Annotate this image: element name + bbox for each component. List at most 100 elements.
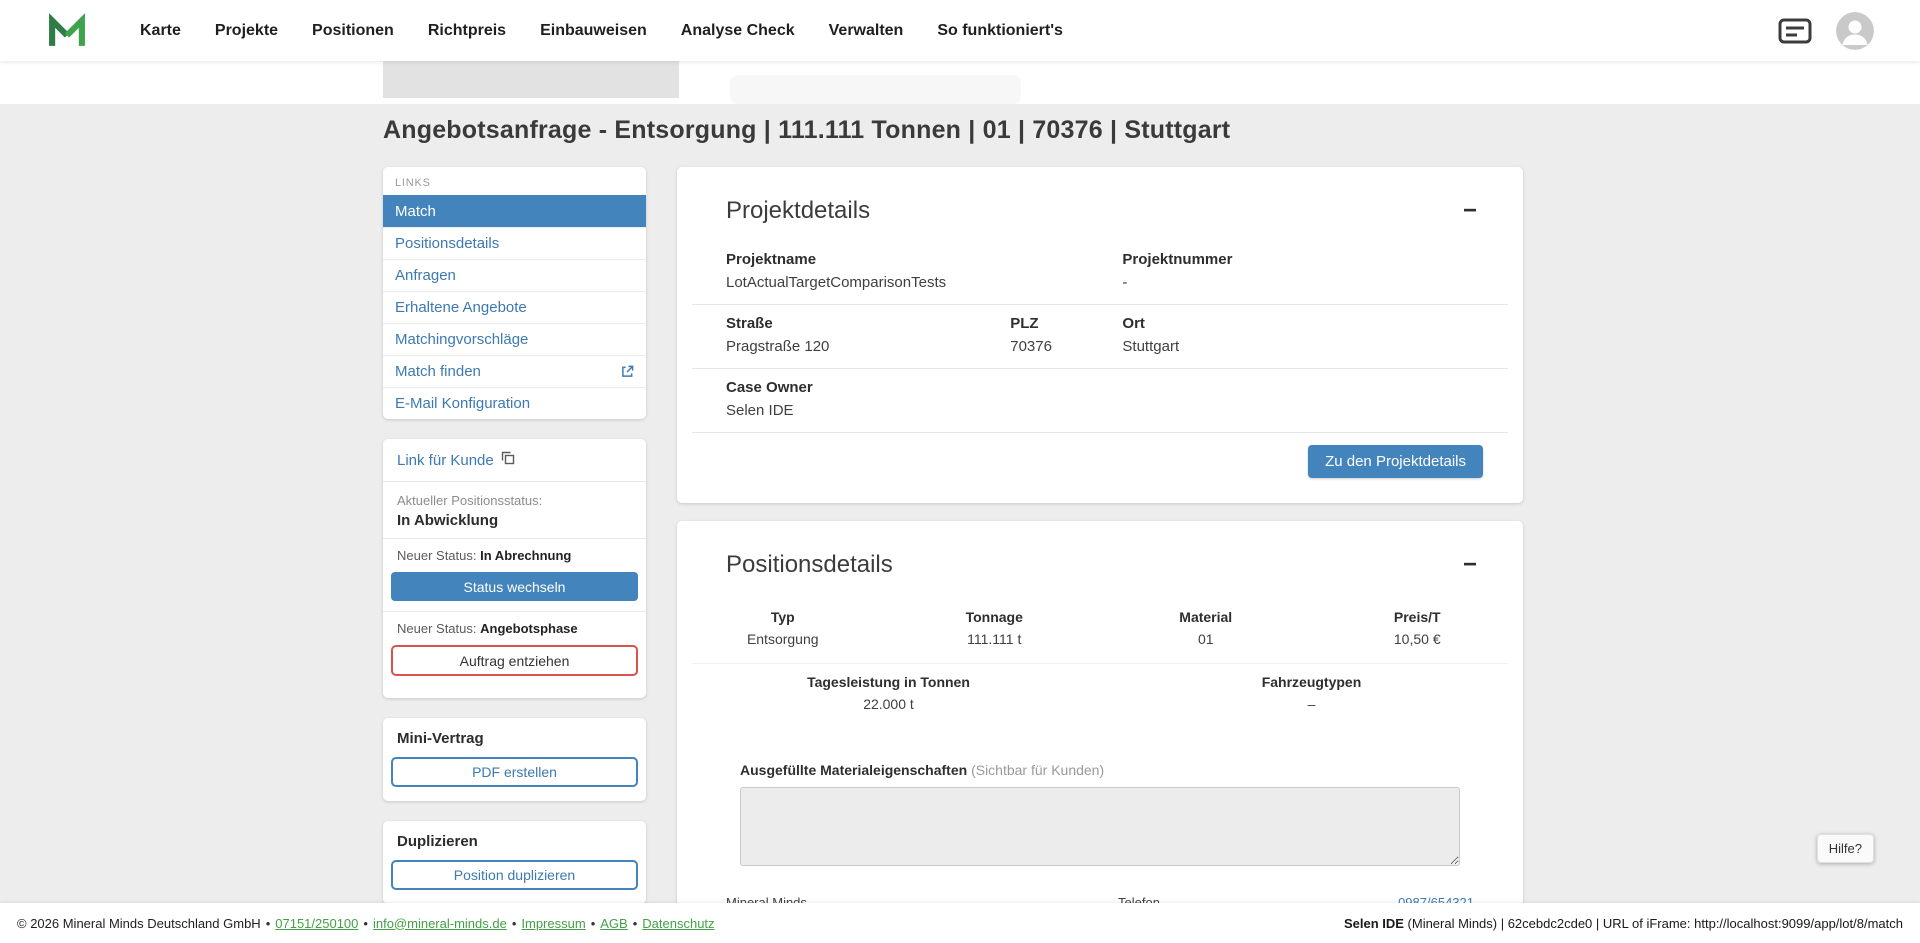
- copy-icon: [501, 451, 515, 469]
- nav-richtpreis[interactable]: Richtpreis: [428, 22, 506, 40]
- nav-analyse-check[interactable]: Analyse Check: [681, 22, 795, 40]
- sidebar-item-email-konfiguration[interactable]: E-Mail Konfiguration: [383, 387, 646, 419]
- materialeigenschaften-label-text: Ausgefüllte Materialeigenschaften: [740, 762, 967, 778]
- tagesleistung-label: Tagesleistung in Tonnen: [677, 674, 1100, 690]
- strasse-label: Straße: [726, 315, 1010, 332]
- material-label: Material: [1100, 609, 1312, 625]
- contact-address: Mineral Minds Pragstraße 70376 Stuttgart: [726, 895, 1118, 903]
- sidebar-item-erhaltene-angebote[interactable]: Erhaltene Angebote: [383, 291, 646, 323]
- collapse-positionsdetails-icon[interactable]: −: [1457, 551, 1483, 579]
- projektname-field: Projektname LotActualTargetComparisonTes…: [726, 251, 1010, 291]
- position-row-2: Tagesleistung in Tonnen 22.000 t Fahrzeu…: [677, 664, 1523, 728]
- page-title: Angebotsanfrage - Entsorgung | 111.111 T…: [383, 116, 1920, 145]
- mini-vertrag-card: Mini-Vertrag PDF erstellen: [383, 718, 646, 801]
- footer-impressum-link[interactable]: Impressum: [521, 916, 585, 931]
- mineral-minds-logo[interactable]: [46, 10, 88, 52]
- sidebar-item-match-finden[interactable]: Match finden: [383, 355, 646, 387]
- ort-value: Stuttgart: [1122, 338, 1474, 355]
- tonnage-label: Tonnage: [889, 609, 1101, 625]
- logo-m-icon: [46, 10, 88, 52]
- main-nav: Karte Projekte Positionen Richtpreis Ein…: [140, 22, 1063, 40]
- case-owner-value: Selen IDE: [726, 402, 1010, 419]
- typ-value: Entsorgung: [677, 631, 889, 647]
- fahrzeugtypen-value: –: [1100, 696, 1523, 712]
- typ-label: Typ: [677, 609, 889, 625]
- position-row-1: Typ Entsorgung Tonnage 111.111 t Materia…: [677, 595, 1523, 663]
- project-row-1: Projektname LotActualTargetComparisonTes…: [677, 241, 1523, 304]
- material-value: 01: [1100, 631, 1312, 647]
- sidebar-item-match[interactable]: Match: [383, 195, 646, 227]
- projektnummer-value: -: [1122, 274, 1474, 291]
- session-user: Selen IDE: [1344, 916, 1404, 931]
- position-duplizieren-button[interactable]: Position duplizieren: [391, 860, 638, 890]
- footer-agb-link[interactable]: AGB: [600, 916, 627, 931]
- nav-einbauweisen[interactable]: Einbauweisen: [540, 22, 647, 40]
- separator: •: [591, 916, 596, 931]
- footer-links: © 2026 Mineral Minds Deutschland GmbH • …: [17, 916, 715, 931]
- telefon-row: Telefon 0987/654321: [1118, 895, 1474, 903]
- link-fuer-kunde-label: Link für Kunde: [397, 452, 494, 469]
- contact-section: Mineral Minds Pragstraße 70376 Stuttgart…: [677, 895, 1523, 903]
- materialeigenschaften-textarea[interactable]: [740, 787, 1460, 866]
- duplizieren-card: Duplizieren Position duplizieren: [383, 821, 646, 903]
- mini-vertrag-title: Mini-Vertrag: [397, 730, 632, 747]
- next-status-value-2: Angebotsphase: [480, 621, 578, 636]
- nav-karte[interactable]: Karte: [140, 22, 181, 40]
- nav-projekte[interactable]: Projekte: [215, 22, 278, 40]
- projektdetails-title: Projektdetails: [726, 197, 870, 225]
- project-row-2: Straße Pragstraße 120 PLZ 70376 Ort Stut…: [677, 305, 1523, 368]
- positionsdetails-card: Positionsdetails − Typ Entsorgung Tonnag…: [677, 521, 1523, 903]
- materialeigenschaften-block: Ausgefüllte Materialeigenschaften (Sicht…: [740, 762, 1460, 871]
- next-status-line-1: Neuer Status: In Abrechnung: [383, 539, 646, 570]
- preis-value: 10,50 €: [1312, 631, 1524, 647]
- current-status-block: Aktueller Positionsstatus: In Abwicklung: [383, 482, 646, 538]
- tonnage-value: 111.111 t: [889, 631, 1101, 647]
- plz-field: PLZ 70376: [1010, 315, 1122, 355]
- footer-email-link[interactable]: info@mineral-minds.de: [373, 916, 507, 931]
- collapse-projektdetails-icon[interactable]: −: [1457, 197, 1483, 225]
- projektname-value: LotActualTargetComparisonTests: [726, 274, 1010, 291]
- card-reader-icon[interactable]: [1778, 18, 1812, 44]
- sidebar-item-anfragen[interactable]: Anfragen: [383, 259, 646, 291]
- materialeigenschaften-label: Ausgefüllte Materialeigenschaften (Sicht…: [740, 762, 1460, 778]
- current-status-value: In Abwicklung: [397, 512, 632, 529]
- contact-phones: Telefon 0987/654321 Handy 0123/456789: [1118, 895, 1474, 903]
- scrolled-block-remnant: [383, 61, 679, 98]
- plz-value: 70376: [1010, 338, 1122, 355]
- footer-phone-link[interactable]: 07151/250100: [275, 916, 358, 931]
- external-link-icon: [621, 365, 634, 378]
- sidebar-links-card: LINKS Match Positionsdetails Anfragen Er…: [383, 167, 646, 419]
- status-card: Link für Kunde Aktueller Positionsstatus…: [383, 439, 646, 698]
- next-status-line-2: Neuer Status: Angebotsphase: [383, 612, 646, 643]
- projektnummer-field: Projektnummer -: [1122, 251, 1474, 291]
- typ-field: Typ Entsorgung: [677, 609, 889, 647]
- projektdetails-card: Projektdetails − Projektname LotActualTa…: [677, 167, 1523, 503]
- next-status-prefix: Neuer Status:: [397, 621, 477, 636]
- main-content: Angebotsanfrage - Entsorgung | 111.111 T…: [0, 104, 1920, 903]
- telefon-link[interactable]: 0987/654321: [1398, 895, 1474, 903]
- status-wechseln-button[interactable]: Status wechseln: [391, 572, 638, 601]
- link-fuer-kunde[interactable]: Link für Kunde: [383, 439, 646, 482]
- footer-datenschutz-link[interactable]: Datenschutz: [642, 916, 714, 931]
- user-avatar[interactable]: [1836, 12, 1874, 50]
- pdf-erstellen-button[interactable]: PDF erstellen: [391, 757, 638, 787]
- separator: •: [266, 916, 271, 931]
- footer: © 2026 Mineral Minds Deutschland GmbH • …: [0, 903, 1920, 943]
- strasse-field: Straße Pragstraße 120: [726, 315, 1010, 355]
- case-owner-label: Case Owner: [726, 379, 1010, 396]
- sidebar-item-matchingvorschlaege[interactable]: Matchingvorschläge: [383, 323, 646, 355]
- nav-so-funktionierts[interactable]: So funktioniert's: [937, 22, 1063, 40]
- auftrag-entziehen-button[interactable]: Auftrag entziehen: [391, 645, 638, 676]
- zu-den-projektdetails-button[interactable]: Zu den Projektdetails: [1308, 445, 1483, 478]
- copyright-text: © 2026 Mineral Minds Deutschland GmbH: [17, 916, 261, 931]
- hilfe-button[interactable]: Hilfe?: [1817, 834, 1874, 863]
- links-heading: LINKS: [383, 167, 646, 195]
- nav-positionen[interactable]: Positionen: [312, 22, 394, 40]
- next-status-prefix: Neuer Status:: [397, 548, 477, 563]
- strasse-value: Pragstraße 120: [726, 338, 1010, 355]
- tonnage-field: Tonnage 111.111 t: [889, 609, 1101, 647]
- session-details: (Mineral Minds) | 62cebdc2cde0 | URL of …: [1404, 916, 1903, 931]
- sidebar-item-positionsdetails[interactable]: Positionsdetails: [383, 227, 646, 259]
- sidebar: LINKS Match Positionsdetails Anfragen Er…: [383, 167, 646, 903]
- nav-verwalten[interactable]: Verwalten: [829, 22, 904, 40]
